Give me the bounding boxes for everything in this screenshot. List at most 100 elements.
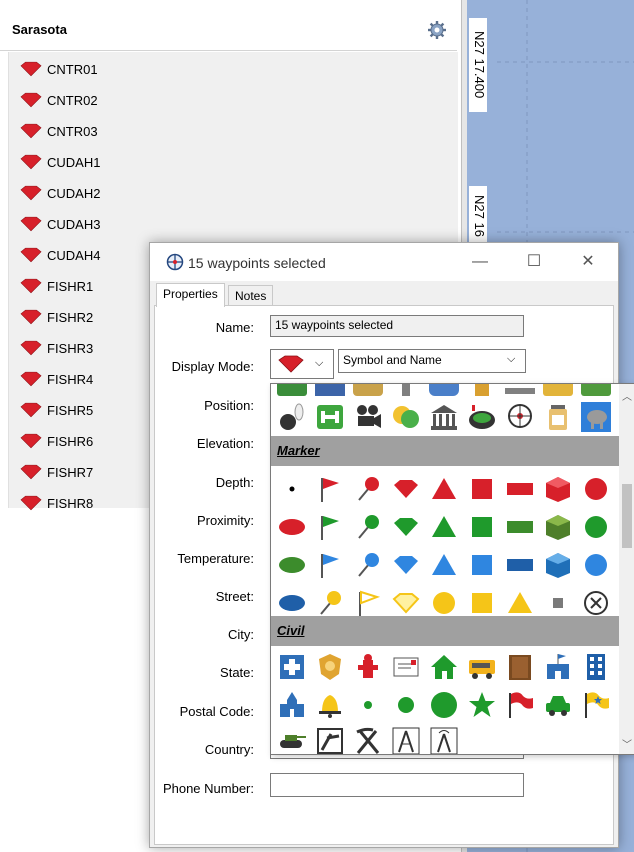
scroll-up-icon[interactable]: ︿ xyxy=(622,388,632,403)
hospital-symbol[interactable] xyxy=(277,652,307,682)
small-green-dot-symbol[interactable] xyxy=(353,690,383,720)
green-circle-symbol[interactable] xyxy=(581,512,611,542)
red-square-symbol[interactable] xyxy=(467,474,497,504)
yellow-flag-symbol[interactable] xyxy=(353,588,383,618)
theater-symbol[interactable] xyxy=(391,402,421,432)
mine-symbol[interactable] xyxy=(353,726,383,755)
police-badge-symbol[interactable] xyxy=(315,652,345,682)
cup-symbol[interactable] xyxy=(429,384,459,396)
green-rectangle-symbol[interactable] xyxy=(505,512,535,542)
green-pin-symbol[interactable] xyxy=(353,512,383,542)
church-symbol[interactable] xyxy=(277,690,307,720)
green-square-symbol[interactable] xyxy=(467,512,497,542)
car-symbol[interactable] xyxy=(543,690,573,720)
waypoint-list-item[interactable]: CUDAH4 xyxy=(20,244,100,266)
yellow-square-symbol[interactable] xyxy=(467,588,497,618)
x-circle-symbol[interactable] xyxy=(581,588,611,618)
waypoint-list-item[interactable]: CUDAH2 xyxy=(20,182,100,204)
school-symbol[interactable] xyxy=(543,652,573,682)
blue-pin-symbol[interactable] xyxy=(353,550,383,580)
yellow-pin-symbol[interactable] xyxy=(315,588,345,618)
symbol-picker-scrollbar[interactable]: ︿ ﹀ xyxy=(619,384,634,754)
tab-notes[interactable]: Notes xyxy=(228,285,274,306)
gold-symbol[interactable] xyxy=(543,384,573,396)
red-triangle-symbol[interactable] xyxy=(429,474,459,504)
waypoint-list-item[interactable]: CNTR02 xyxy=(20,89,98,111)
school-bus-symbol[interactable] xyxy=(467,652,497,682)
bag-symbol[interactable] xyxy=(353,384,383,396)
cart-symbol[interactable] xyxy=(505,388,535,394)
red-pin-symbol[interactable] xyxy=(353,474,383,504)
yellow-triangle-symbol[interactable] xyxy=(505,588,535,618)
dot-symbol[interactable] xyxy=(277,474,307,504)
medium-green-dot-symbol[interactable] xyxy=(391,690,421,720)
close-button[interactable]: ✕ xyxy=(574,249,602,275)
red-rectangle-symbol[interactable] xyxy=(505,474,535,504)
museum-symbol[interactable] xyxy=(429,402,459,432)
fitness-symbol[interactable] xyxy=(315,402,345,432)
waypoint-list-item[interactable]: FISHR1 xyxy=(20,275,93,297)
dialog-titlebar[interactable]: 15 waypoints selected — ☐ ✕ xyxy=(150,243,618,281)
green-symbol[interactable] xyxy=(581,384,611,396)
yellow-circle-symbol[interactable] xyxy=(429,588,459,618)
star-flag-symbol[interactable] xyxy=(581,690,611,720)
blue-cube-symbol[interactable] xyxy=(543,550,573,580)
green-flag-symbol[interactable] xyxy=(315,512,345,542)
green-diamond-symbol[interactable] xyxy=(391,512,421,542)
scroll-down-icon[interactable]: ﹀ xyxy=(622,736,632,751)
waypoint-list-item[interactable]: CUDAH3 xyxy=(20,213,100,235)
blue-square-symbol[interactable] xyxy=(467,550,497,580)
tower-symbol[interactable] xyxy=(391,726,421,755)
waypoint-list-item[interactable]: FISHR2 xyxy=(20,306,93,328)
blue-circle-symbol[interactable] xyxy=(581,550,611,580)
red-wave-flag-symbol[interactable] xyxy=(505,690,535,720)
display-mode-dropdown[interactable]: Symbol and Name ⌵ xyxy=(338,349,526,373)
red-cube-symbol[interactable] xyxy=(543,474,573,504)
maximize-button[interactable]: ☐ xyxy=(520,249,548,275)
gray-square-symbol[interactable] xyxy=(543,588,573,618)
building-symbol[interactable] xyxy=(315,384,345,396)
waypoint-list-item[interactable]: CNTR01 xyxy=(20,58,98,80)
gear-icon[interactable] xyxy=(427,20,447,40)
red-circle-symbol[interactable] xyxy=(581,474,611,504)
residence-symbol[interactable] xyxy=(429,652,459,682)
red-oval-symbol[interactable] xyxy=(277,512,307,542)
name-field[interactable]: 15 waypoints selected xyxy=(270,315,524,337)
red-flag-symbol[interactable] xyxy=(315,474,345,504)
blue-oval-symbol[interactable] xyxy=(277,588,307,618)
blue-rectangle-symbol[interactable] xyxy=(505,550,535,580)
waypoint-list-item[interactable]: FISHR3 xyxy=(20,337,93,359)
yellow-diamond-symbol[interactable] xyxy=(391,588,421,618)
mail-symbol[interactable] xyxy=(391,652,421,682)
zoo-symbol[interactable] xyxy=(581,402,611,432)
phone-number-field[interactable] xyxy=(270,773,524,797)
oil-pump-symbol[interactable] xyxy=(315,726,345,755)
green-oval-symbol[interactable] xyxy=(277,550,307,580)
stadium-symbol[interactable] xyxy=(467,402,497,432)
waypoint-list-item[interactable]: FISHR6 xyxy=(20,430,93,452)
green-star-symbol[interactable] xyxy=(467,690,497,720)
waypoint-list-item[interactable]: FISHR8 xyxy=(20,492,93,514)
flower-symbol[interactable] xyxy=(475,384,489,396)
radio-tower-symbol[interactable] xyxy=(429,726,459,755)
green-triangle-symbol[interactable] xyxy=(429,512,459,542)
waypoint-list-item[interactable]: CNTR03 xyxy=(20,120,98,142)
tab-properties[interactable]: Properties xyxy=(156,283,225,307)
green-cube-symbol[interactable] xyxy=(543,512,573,542)
tank-symbol[interactable] xyxy=(277,726,307,755)
waypoint-list-item[interactable]: CUDAH1 xyxy=(20,151,100,173)
movie-camera-symbol[interactable] xyxy=(353,402,383,432)
fire-hydrant-symbol[interactable] xyxy=(353,652,383,682)
post-symbol[interactable] xyxy=(402,384,410,396)
waypoint-list-item[interactable]: FISHR4 xyxy=(20,368,93,390)
library-symbol[interactable] xyxy=(505,652,535,682)
city-building-symbol[interactable] xyxy=(581,652,611,682)
minimize-button[interactable]: — xyxy=(466,249,494,275)
blue-diamond-symbol[interactable] xyxy=(391,550,421,580)
waypoint-list-item[interactable]: FISHR7 xyxy=(20,461,93,483)
blue-triangle-symbol[interactable] xyxy=(429,550,459,580)
symbol-picker-dropdown[interactable]: Marker Civil ︿ ﹀ xyxy=(270,383,634,755)
pharmacy-symbol[interactable] xyxy=(543,402,573,432)
large-green-dot-symbol[interactable] xyxy=(429,690,459,720)
bowling-symbol[interactable] xyxy=(277,402,307,432)
